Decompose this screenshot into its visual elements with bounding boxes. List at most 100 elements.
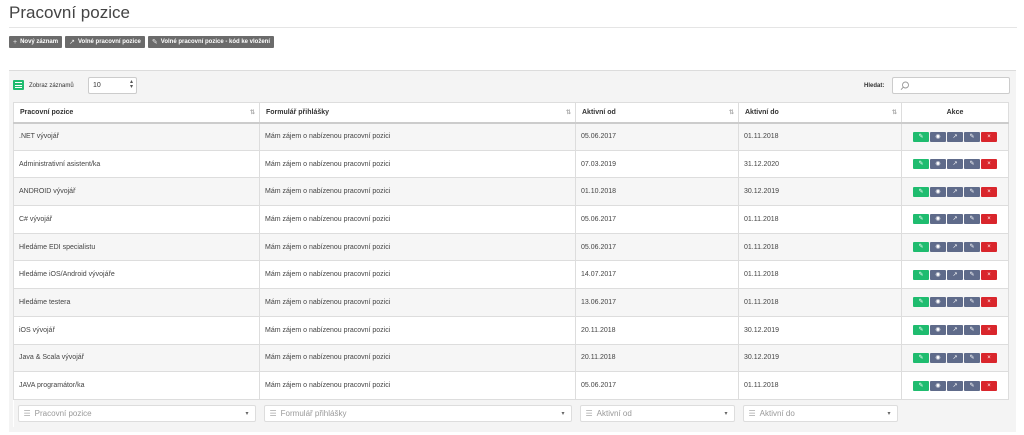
delete-button[interactable]: × [981,269,997,280]
link-button[interactable]: ✎ [964,352,980,363]
new-record-button[interactable]: + Nový záznam [9,36,63,48]
open-icon: ↗ [952,244,958,251]
cell-actions: ✎ ◉ ↗ ✎ × [901,371,1009,400]
delete-button[interactable]: × [981,352,997,363]
open-button[interactable]: ↗ [947,159,963,170]
delete-icon: × [987,299,991,306]
col-header-position[interactable]: Pracovní pozice ⇅ [13,102,260,124]
delete-button[interactable]: × [981,214,997,225]
link-icon: ✎ [969,244,975,251]
open-icon: ↗ [952,188,958,195]
open-button[interactable]: ↗ [947,186,963,197]
view-button[interactable]: ◉ [930,214,946,225]
view-button[interactable]: ◉ [930,159,946,170]
col-header-active-to[interactable]: Aktivní do ⇅ [738,102,902,124]
view-button[interactable]: ◉ [930,242,946,253]
view-button[interactable]: ◉ [930,325,946,336]
open-button[interactable]: ↗ [947,297,963,308]
edit-button[interactable]: ✎ [913,269,929,280]
delete-button[interactable]: × [981,242,997,253]
edit-button[interactable]: ✎ [913,131,929,142]
open-button[interactable]: ↗ [947,214,963,225]
edit-icon: ✎ [918,161,924,168]
filter-position-select[interactable]: ☰ Pracovní pozice ▾ [17,405,256,423]
page-length-select[interactable]: 10 ▴ ▾ [88,77,137,94]
cell-active-to: 01.11.2018 [738,260,902,290]
edit-button[interactable]: ✎ [913,325,929,336]
delete-icon: × [987,133,991,140]
table-row: .NET vývojář Mám zájem o nabízenou pracov… [13,122,1009,151]
list-icon: ☰ [23,409,31,419]
view-button[interactable]: ◉ [930,352,946,363]
cell-actions: ✎ ◉ ↗ ✎ × [901,343,1009,373]
view-icon: ◉ [935,354,941,361]
embed-code-button[interactable]: ✎ Volné pracovní pozice - kód ke vložení [147,36,275,48]
list-icon: ☰ [269,409,277,419]
open-button[interactable]: ↗ [947,269,963,280]
view-icon: ◉ [935,133,941,140]
table-row: Java & Scala vývojář Mám zájem o nabízeno… [13,343,1009,373]
open-button[interactable]: ↗ [947,325,963,336]
link-button[interactable]: ✎ [964,131,980,142]
cell-position: ANDROID vývojář [13,177,260,207]
view-icon: ◉ [935,161,941,168]
delete-button[interactable]: × [981,131,997,142]
edit-button[interactable]: ✎ [913,159,929,170]
view-icon: ◉ [935,299,941,306]
link-button[interactable]: ✎ [964,214,980,225]
delete-icon: × [987,244,991,251]
cell-active-to: 01.11.2018 [738,371,902,400]
link-button[interactable]: ✎ [964,242,980,253]
filter-form-select[interactable]: ☰ Formulář přihlášky ▾ [263,405,572,423]
table-row: ANDROID vývojář Mám zájem o nabízenou pra… [13,177,1009,207]
link-button[interactable]: ✎ [964,159,980,170]
link-icon: ✎ [969,133,975,140]
filter-active-to-select[interactable]: ☰ Aktivní do ▾ [742,405,898,423]
edit-button[interactable]: ✎ [913,242,929,253]
edit-button[interactable]: ✎ [913,297,929,308]
search-input[interactable] [892,77,1010,94]
open-positions-button[interactable]: ↗ Volné pracovní pozice [65,36,145,48]
link-icon: ✎ [969,299,975,306]
cell-position: Hledáme iOS/Android vývojáře [13,260,260,290]
edit-button[interactable]: ✎ [913,380,929,391]
edit-button[interactable]: ✎ [913,186,929,197]
view-button[interactable]: ◉ [930,269,946,280]
cell-form: Mám zájem o nabízenou pracovní pozici [259,205,576,234]
link-button[interactable]: ✎ [964,269,980,280]
delete-button[interactable]: × [981,159,997,170]
cell-active-to: 01.11.2018 [738,122,902,151]
cell-form: Mám zájem o nabízenou pracovní pozici [259,149,576,179]
delete-button[interactable]: × [981,380,997,391]
cell-actions: ✎ ◉ ↗ ✎ × [901,260,1009,290]
open-button[interactable]: ↗ [947,131,963,142]
link-button[interactable]: ✎ [964,297,980,308]
link-button[interactable]: ✎ [964,380,980,391]
view-button[interactable]: ◉ [930,380,946,391]
open-button[interactable]: ↗ [947,242,963,253]
cell-active-from: 01.10.2018 [575,177,739,207]
page-title: Pracovní pozice [9,3,130,22]
chevron-down-icon: ▾ [245,411,249,418]
open-button[interactable]: ↗ [947,352,963,363]
view-button[interactable]: ◉ [930,297,946,308]
delete-button[interactable]: × [981,297,997,308]
link-button[interactable]: ✎ [964,325,980,336]
cell-active-from: 05.06.2017 [575,205,739,234]
link-button[interactable]: ✎ [964,186,980,197]
columns-menu-icon[interactable] [13,80,24,90]
view-button[interactable]: ◉ [930,186,946,197]
col-header-active-from[interactable]: Aktivní od ⇅ [575,102,739,124]
view-button[interactable]: ◉ [930,131,946,142]
cell-form: Mám zájem o nabízenou pracovní pozici [259,177,576,207]
edit-button[interactable]: ✎ [913,352,929,363]
edit-button[interactable]: ✎ [913,214,929,225]
delete-button[interactable]: × [981,186,997,197]
open-icon: ↗ [952,382,958,389]
col-header-form[interactable]: Formulář přihlášky ⇅ [259,102,576,124]
edit-icon: ✎ [918,271,924,278]
filter-active-from-select[interactable]: ☰ Aktivní od ▾ [579,405,735,423]
delete-button[interactable]: × [981,325,997,336]
edit-icon: ✎ [918,299,924,306]
open-button[interactable]: ↗ [947,380,963,391]
